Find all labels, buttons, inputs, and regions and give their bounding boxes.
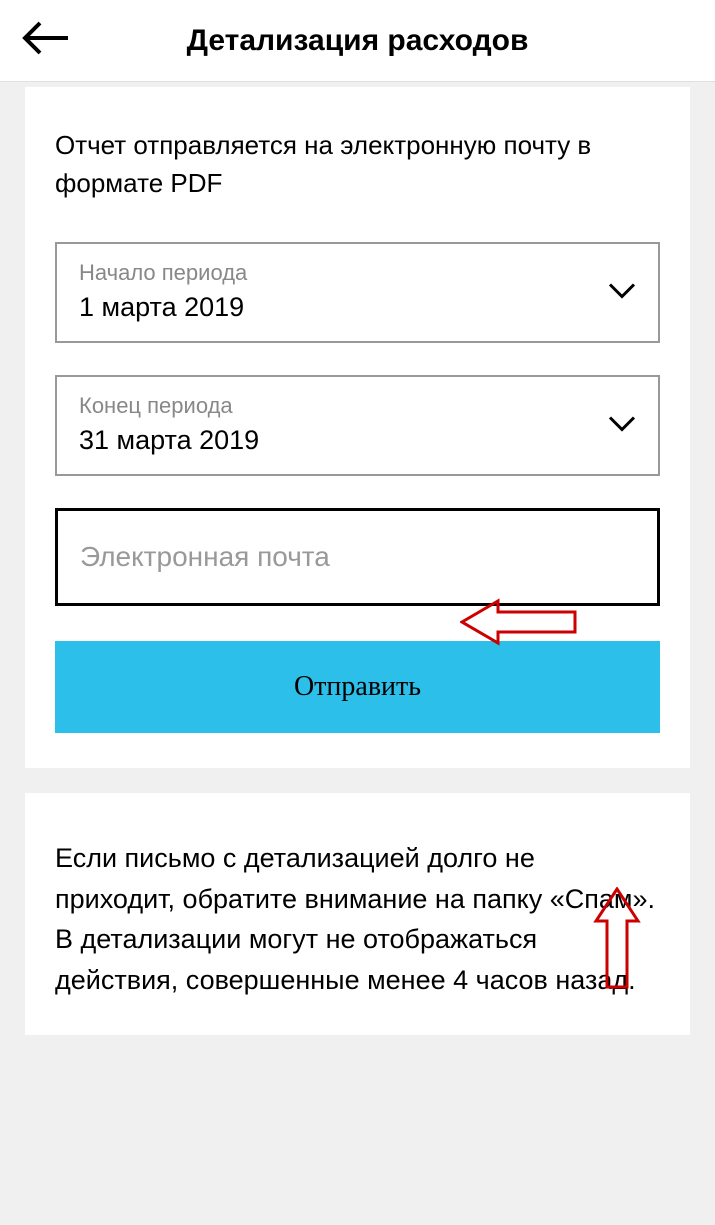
period-start-label: Начало периода xyxy=(79,260,636,286)
submit-button[interactable]: Отправить xyxy=(55,641,660,733)
header-bar: Детализация расходов xyxy=(0,0,715,82)
email-field-container[interactable] xyxy=(55,508,660,606)
page-title: Детализация расходов xyxy=(70,24,645,58)
note-card: Если письмо с детализацией долго не прих… xyxy=(25,793,690,1035)
period-start-select[interactable]: Начало периода 1 марта 2019 xyxy=(55,242,660,343)
form-description: Отчет отправляется на электронную почту … xyxy=(55,127,660,202)
chevron-down-icon xyxy=(608,415,636,436)
email-input[interactable] xyxy=(80,541,635,573)
period-start-value: 1 марта 2019 xyxy=(79,292,636,323)
chevron-down-icon xyxy=(608,282,636,303)
period-end-select[interactable]: Конец периода 31 марта 2019 xyxy=(55,375,660,476)
period-end-value: 31 марта 2019 xyxy=(79,425,636,456)
note-text: Если письмо с детализацией долго не прих… xyxy=(55,838,660,1000)
form-card: Отчет отправляется на электронную почту … xyxy=(25,87,690,768)
period-end-label: Конец периода xyxy=(79,393,636,419)
back-arrow-icon[interactable] xyxy=(20,18,70,63)
